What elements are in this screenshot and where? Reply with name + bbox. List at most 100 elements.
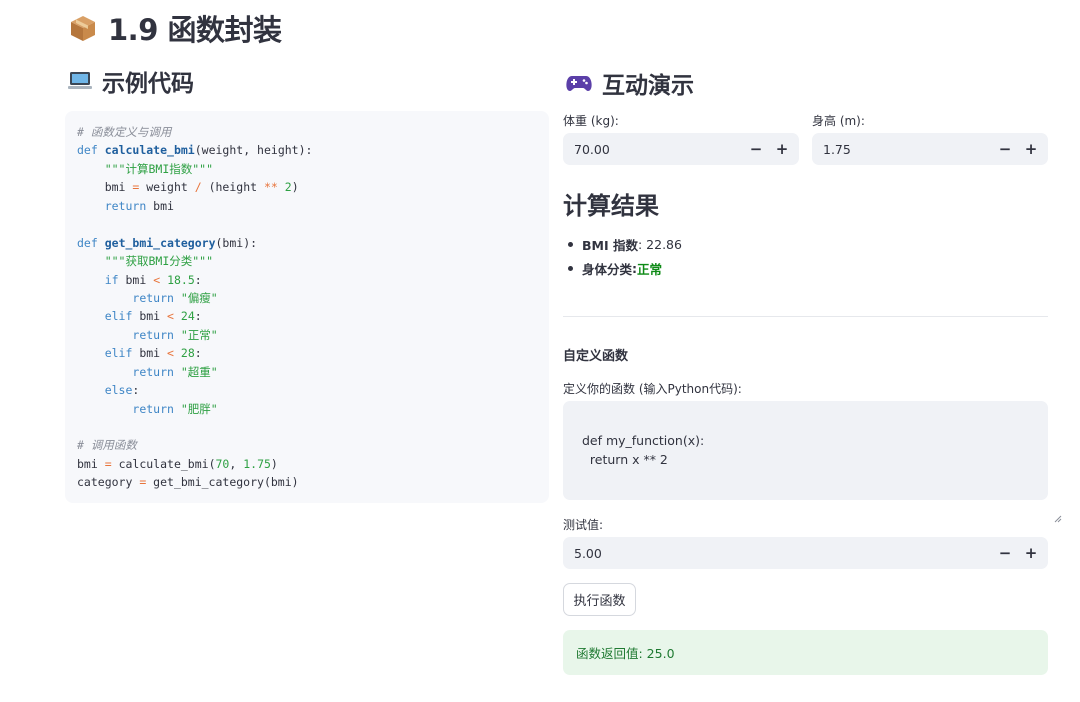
test-value-label: 测试值: <box>563 518 604 532</box>
code-token: "正常" <box>180 327 218 342</box>
code-line: if bmi < 18.5: <box>77 271 537 289</box>
result-list: BMI 指数: 22.86 身体分类: 正常 <box>568 232 682 280</box>
code-token: 24 <box>180 309 195 324</box>
height-decrement-button[interactable]: − <box>992 133 1018 165</box>
code-token: return <box>132 364 174 379</box>
run-function-button[interactable]: 执行函数 <box>563 583 636 616</box>
test-decrement-button[interactable]: − <box>992 537 1018 569</box>
code-token: get_bmi_category(bmi) <box>146 475 299 490</box>
bmi-result-item: BMI 指数: 22.86 <box>568 232 682 256</box>
code-line: return "超重" <box>77 363 537 381</box>
function-code-textarea[interactable]: def my_function(x): return x ** 2 <box>563 401 1062 523</box>
resize-handle-icon[interactable] <box>1038 490 1062 523</box>
code-token: """获取BMI分类""" <box>104 254 214 269</box>
category-result-value: 正常 <box>637 261 663 277</box>
test-value-input[interactable]: 5.00 − + <box>563 537 1048 569</box>
code-token: = <box>104 456 112 471</box>
code-token: def <box>77 235 98 250</box>
code-token: def <box>77 143 98 158</box>
weight-decrement-button[interactable]: − <box>743 133 769 165</box>
code-section-title: 示例代码 <box>102 71 194 97</box>
function-code-text[interactable]: def my_function(x): return x ** 2 <box>574 433 704 467</box>
code-token: bmi <box>118 272 154 287</box>
code-token: : <box>194 309 202 324</box>
page-title: 1.9 函数封装 <box>108 13 282 47</box>
code-token: (height <box>201 180 264 195</box>
code-line: bmi = weight / (height ** 2) <box>77 178 537 196</box>
laptop-icon <box>68 70 92 92</box>
height-label: 身高 (m): <box>812 114 865 128</box>
code-token: else <box>104 383 133 398</box>
code-token: 28 <box>180 346 195 361</box>
weight-label: 体重 (kg): <box>563 114 619 128</box>
code-line: bmi = calculate_bmi(70, 1.75) <box>77 455 537 473</box>
code-token: calculate_bmi( <box>111 456 216 471</box>
code-line: # 函数定义与调用 <box>77 123 537 141</box>
code-token: bmi <box>132 309 168 324</box>
code-token: "超重" <box>180 364 218 379</box>
code-token: < <box>167 309 174 324</box>
code-token: return <box>132 401 174 416</box>
custom-function-title: 自定义函数 <box>563 349 629 364</box>
category-result-item: 身体分类: 正常 <box>568 256 682 280</box>
height-input[interactable]: 1.75 − + <box>812 133 1048 165</box>
code-token: / <box>194 180 202 195</box>
code-line: elif bmi < 24: <box>77 307 537 325</box>
code-token: 2 <box>284 180 292 195</box>
section-divider <box>563 316 1048 317</box>
code-token: return <box>104 198 147 213</box>
code-line: return bmi <box>77 197 537 215</box>
code-token: get_bmi_category <box>104 235 216 250</box>
code-line: return "肥胖" <box>77 400 537 418</box>
test-value[interactable]: 5.00 <box>563 546 992 561</box>
code-line: return "正常" <box>77 326 537 344</box>
code-input-label: 定义你的函数 (输入Python代码): <box>563 382 742 396</box>
code-token: return <box>132 290 174 305</box>
code-token: category <box>77 475 140 490</box>
code-line: elif bmi < 28: <box>77 344 537 362</box>
code-block: # 函数定义与调用 def calculate_bmi(weight, heigh… <box>65 111 549 503</box>
weight-value[interactable]: 70.00 <box>563 142 743 157</box>
test-increment-button[interactable]: + <box>1018 537 1044 569</box>
code-token: elif <box>104 309 133 324</box>
weight-input[interactable]: 70.00 − + <box>563 133 799 165</box>
function-output-alert: 函数返回值: 25.0 <box>563 630 1048 675</box>
page-title-row: 1.9 函数封装 <box>68 8 282 48</box>
category-result-label: 身体分类 <box>582 261 633 277</box>
code-token: : <box>194 346 202 361</box>
code-token: bmi <box>77 456 105 471</box>
code-token: 1.75 <box>243 456 271 471</box>
code-token: : <box>194 272 202 287</box>
code-token: (bmi): <box>215 235 258 250</box>
height-value[interactable]: 1.75 <box>812 142 992 157</box>
code-token: "肥胖" <box>180 401 218 416</box>
code-line: category = get_bmi_category(bmi) <box>77 473 537 491</box>
code-line: def calculate_bmi(weight, height): <box>77 141 537 159</box>
weight-increment-button[interactable]: + <box>769 133 795 165</box>
code-token: if <box>104 272 119 287</box>
code-token: bmi <box>146 198 174 213</box>
code-token: weight <box>139 180 195 195</box>
code-token: bmi <box>77 180 133 195</box>
code-token: < <box>167 346 174 361</box>
package-icon <box>68 13 98 43</box>
code-token: # 函数定义与调用 <box>77 125 172 139</box>
height-increment-button[interactable]: + <box>1018 133 1044 165</box>
